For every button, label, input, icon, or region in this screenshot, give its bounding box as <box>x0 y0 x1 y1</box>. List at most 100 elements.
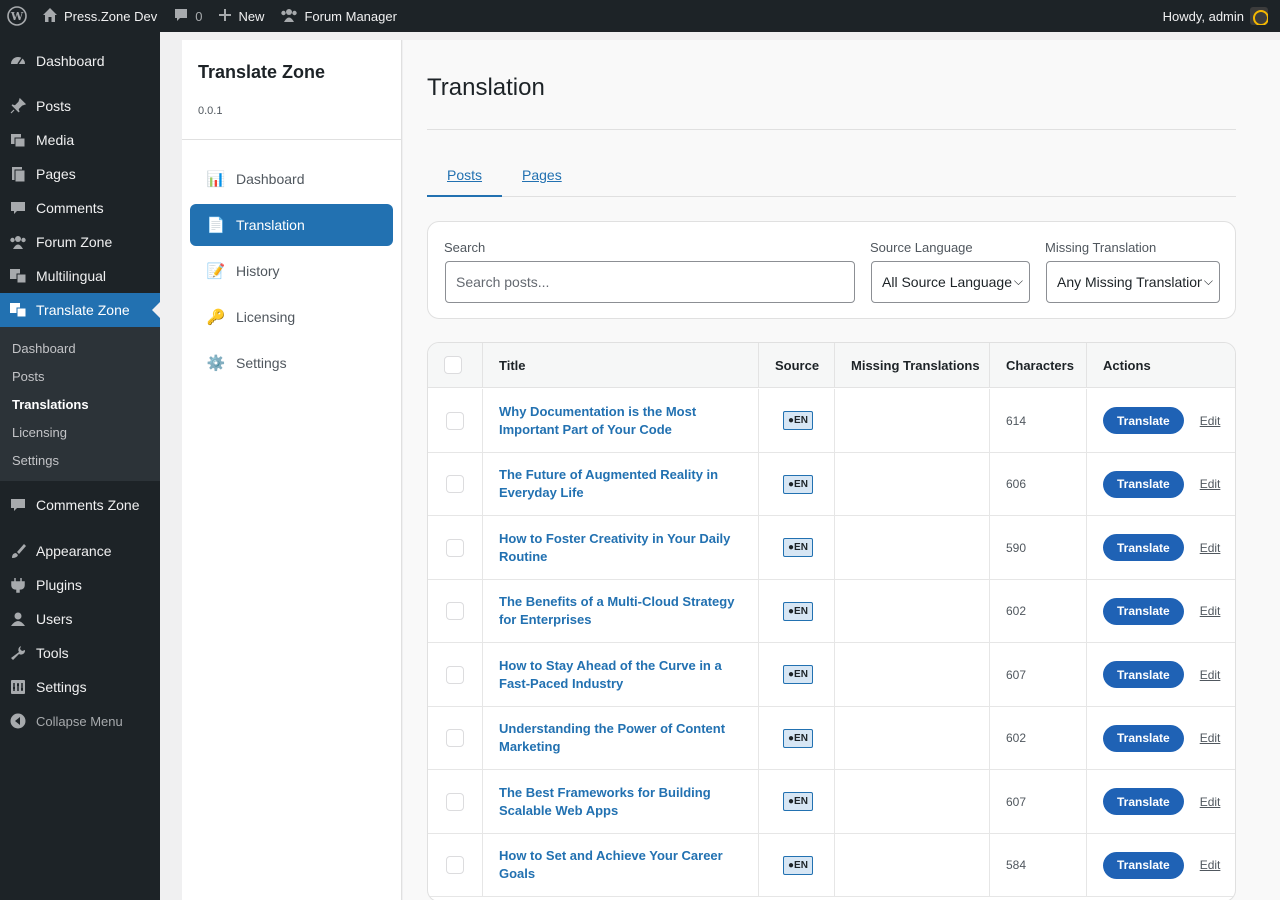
post-title-link[interactable]: How to Stay Ahead of the Curve in a Fast… <box>483 657 758 693</box>
edit-link[interactable]: Edit <box>1200 414 1221 428</box>
wordpress-logo-icon[interactable]: W <box>0 0 34 32</box>
translate-button[interactable]: Translate <box>1103 470 1184 498</box>
column-header-characters[interactable]: Characters <box>990 343 1087 388</box>
row-checkbox[interactable] <box>446 475 464 493</box>
post-title-link[interactable]: How to Foster Creativity in Your Daily R… <box>483 530 758 566</box>
svg-text:W: W <box>10 10 24 23</box>
post-title-link[interactable]: Why Documentation is the Most Important … <box>483 403 758 439</box>
menu-label: Media <box>36 132 75 148</box>
edit-link[interactable]: Edit <box>1200 858 1221 872</box>
collapse-menu-button[interactable]: Collapse Menu <box>0 704 160 738</box>
menu-item-appearance[interactable]: Appearance <box>0 534 160 568</box>
missing-translations-cell <box>835 833 990 897</box>
edit-link[interactable]: Edit <box>1200 668 1221 682</box>
submenu-item-settings[interactable]: Settings <box>0 446 160 474</box>
search-input[interactable]: Search posts... <box>445 261 855 303</box>
pages-icon <box>8 164 28 184</box>
site-name-link[interactable]: Press.Zone Dev <box>34 0 165 32</box>
translate-button[interactable]: Translate <box>1103 661 1184 688</box>
translate-button[interactable]: Translate <box>1103 534 1184 561</box>
character-count: 607 <box>1006 794 1027 809</box>
menu-item-tools[interactable]: Tools <box>0 636 160 670</box>
submenu-item-translations[interactable]: Translations <box>0 390 160 418</box>
tab-pages[interactable]: Pages <box>502 165 582 197</box>
edit-link[interactable]: Edit <box>1200 731 1221 745</box>
menu-item-media[interactable]: Media <box>0 123 160 157</box>
post-title-link[interactable]: How to Set and Achieve Your Career Goals <box>483 847 758 883</box>
edit-link[interactable]: Edit <box>1200 541 1221 555</box>
menu-item-comments[interactable]: Comments <box>0 191 160 225</box>
submenu-item-licensing[interactable]: Licensing <box>0 418 160 446</box>
translate-button[interactable]: Translate <box>1103 407 1184 434</box>
source-language-code: EN <box>794 859 808 871</box>
forum-manager-label: Forum Manager <box>304 8 397 24</box>
translate-button[interactable]: Translate <box>1103 788 1184 815</box>
row-checkbox[interactable] <box>446 411 464 430</box>
plugin-nav-settings[interactable]: ⚙️ Settings <box>190 342 393 384</box>
menu-item-users[interactable]: Users <box>0 602 160 636</box>
plugin-nav-history[interactable]: 📝 History <box>190 250 393 292</box>
gear-icon: ⚙️ <box>206 355 226 372</box>
menu-item-comments-zone[interactable]: Comments Zone <box>0 488 160 522</box>
source-cell: ●EN <box>759 389 835 452</box>
post-title-link[interactable]: The Future of Augmented Reality in Every… <box>483 466 758 502</box>
menu-item-translate-zone[interactable]: Translate Zone <box>0 293 160 327</box>
menu-item-posts[interactable]: Posts <box>0 89 160 123</box>
edit-link[interactable]: Edit <box>1200 604 1221 618</box>
title-cell: How to Foster Creativity in Your Daily R… <box>483 516 759 579</box>
edit-link[interactable]: Edit <box>1200 477 1221 491</box>
source-language-select[interactable]: All Source Languages ⌵ <box>871 261 1030 303</box>
translate-button[interactable]: Translate <box>1103 851 1184 879</box>
row-checkbox[interactable] <box>446 665 464 684</box>
character-count: 602 <box>1006 731 1027 745</box>
column-header-title[interactable]: Title <box>483 343 759 388</box>
translate-button[interactable]: Translate <box>1103 597 1184 625</box>
menu-label: Plugins <box>36 577 82 593</box>
submenu-item-dashboard[interactable]: Dashboard <box>0 334 160 362</box>
plus-icon <box>218 8 232 25</box>
title-cell: The Best Frameworks for Building Scalabl… <box>483 770 759 833</box>
row-select-cell <box>428 643 483 706</box>
site-name: Press.Zone Dev <box>64 8 158 24</box>
menu-label: Multilingual <box>36 268 107 284</box>
plugin-nav-licensing[interactable]: 🔑 Licensing <box>190 296 393 338</box>
new-content-link[interactable]: New <box>210 0 272 32</box>
comments-link[interactable]: 0 <box>165 0 210 32</box>
source-language-badge: ●EN <box>783 474 813 494</box>
post-title-link[interactable]: The Benefits of a Multi-Cloud Strategy f… <box>483 593 758 629</box>
row-checkbox[interactable] <box>446 538 464 557</box>
source-language-label: Source Language <box>870 240 973 255</box>
missing-translation-select[interactable]: Any Missing Translation ⌵ <box>1046 261 1220 303</box>
my-account-link[interactable]: Howdy, admin <box>1155 0 1280 32</box>
menu-item-plugins[interactable]: Plugins <box>0 568 160 602</box>
characters-cell: 590 <box>990 516 1087 579</box>
menu-item-settings[interactable]: Settings <box>0 670 160 704</box>
row-checkbox[interactable] <box>446 856 464 874</box>
menu-item-dashboard[interactable]: Dashboard <box>0 44 160 78</box>
menu-item-forum-zone[interactable]: Forum Zone <box>0 225 160 259</box>
row-checkbox[interactable] <box>446 792 464 811</box>
character-count: 584 <box>1006 858 1027 872</box>
plugin-title: Translate Zone <box>198 62 326 82</box>
source-language-badge: ●EN <box>783 855 813 875</box>
source-language-code: EN <box>794 796 808 807</box>
translate-button[interactable]: Translate <box>1103 724 1184 752</box>
menu-item-multilingual[interactable]: Multilingual <box>0 259 160 293</box>
post-title-link[interactable]: The Best Frameworks for Building Scalabl… <box>483 784 758 820</box>
select-all-checkbox[interactable] <box>444 356 462 374</box>
plugin-nav-translation[interactable]: 📄 Translation <box>190 204 393 246</box>
tab-posts[interactable]: Posts <box>427 165 503 197</box>
wrench-icon <box>8 643 28 663</box>
forum-manager-link[interactable]: Forum Manager <box>272 0 404 32</box>
edit-link[interactable]: Edit <box>1200 795 1221 809</box>
post-title-link[interactable]: Understanding the Power of Content Marke… <box>483 720 758 756</box>
menu-item-pages[interactable]: Pages <box>0 157 160 191</box>
menu-label: Pages <box>36 166 76 182</box>
admin-menu: Dashboard Posts Media Pages Comments For… <box>0 32 160 900</box>
row-checkbox[interactable] <box>446 602 464 620</box>
submenu-item-posts[interactable]: Posts <box>0 362 160 390</box>
row-checkbox[interactable] <box>446 729 464 747</box>
menu-label: Posts <box>36 98 72 114</box>
select-all-header <box>428 343 483 388</box>
plugin-nav-dashboard[interactable]: 📊 Dashboard <box>190 158 393 200</box>
